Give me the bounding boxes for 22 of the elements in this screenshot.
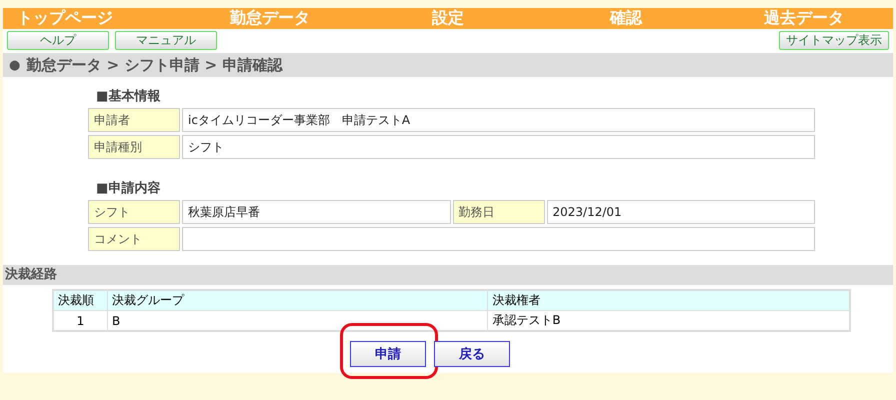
action-button[interactable]: 申請 — [350, 341, 426, 367]
column-header: 決裁権者 — [488, 290, 850, 310]
sitemap-button[interactable]: サイトマップ表示 — [779, 31, 889, 50]
field-label: シフト — [88, 200, 180, 224]
action-button[interactable]: 戻る — [434, 341, 510, 367]
toolbar-button[interactable]: ヘルプ — [7, 31, 109, 50]
breadcrumb: 勤怠データ > シフト申請 > 申請確認 — [26, 56, 282, 74]
bullet-icon: ● — [9, 58, 20, 72]
field-label: 申請者 — [88, 108, 180, 132]
section-title: ■基本情報 — [96, 88, 162, 105]
field-value: 2023/12/01 — [546, 200, 815, 224]
field-label: コメント — [88, 227, 180, 251]
toolbar-button[interactable]: マニュアル — [115, 31, 217, 50]
field-value: 秋葉原店早番 — [182, 200, 450, 224]
field-label: 勤務日 — [452, 200, 544, 224]
field-value: シフト — [182, 135, 815, 159]
column-header: 決裁グループ — [107, 290, 488, 310]
column-header: 決裁順 — [53, 290, 108, 310]
field-value: icタイムリコーダー事業部 申請テストA — [182, 108, 815, 132]
field-label: 申請種別 — [88, 135, 180, 159]
section-title: ■申請内容 — [96, 180, 162, 197]
section-title: 決裁経路 — [3, 265, 893, 285]
